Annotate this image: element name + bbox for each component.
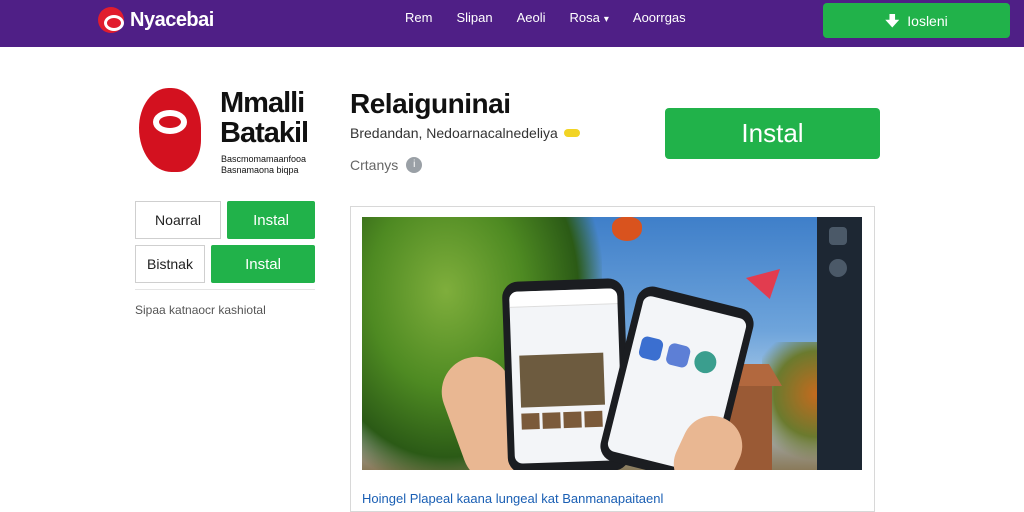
sidebar-install-button[interactable]: Instal [227,201,315,239]
phone-thumbnails [521,410,603,430]
header-install-button[interactable]: Iosleni [823,3,1010,38]
top-navbar: Nyacebai Rem Slipan Aeoli Rosa ▾ Aoorrgas… [0,0,1024,47]
main-install-button[interactable]: Instal [665,108,880,159]
sidebar-row-label[interactable]: Noarral [135,201,221,239]
nav-item-rem[interactable]: Rem [405,10,432,25]
main-nav: Rem Slipan Aeoli Rosa ▾ Aoorrgas [405,10,686,25]
app-brand-title: Mmalli Batakil [220,87,309,149]
nav-item-rosa[interactable]: Rosa ▾ [570,10,609,25]
rating-label: Crtanys [350,157,399,173]
brand-name: Nyacebai [130,8,214,31]
nav-item-slipan[interactable]: Slipan [456,10,492,25]
phone-app-bar [509,288,618,308]
app-tile-icon [664,342,692,369]
brand[interactable]: Nyacebai [98,7,214,33]
developer-name[interactable]: Bredandan, Nedoarnacalnedeliya [350,125,558,141]
phone-photo [519,352,606,408]
screenshot-caption[interactable]: Hoingel Plapeal kaana lungeal kat Banman… [362,491,663,506]
app-tile-icon [637,335,665,362]
sidebar-divider [135,289,315,290]
sidebar-row: Noarral Instal [135,201,315,239]
sidebar-row: Bistnak Instal [135,245,315,283]
app-screenshot-image[interactable] [362,217,862,470]
info-icon[interactable]: i [406,157,423,173]
nav-item-aoorrgas[interactable]: Aoorrgas [633,10,686,25]
kite-image [746,269,780,299]
header-install-label: Iosleni [907,12,948,29]
balloon-image [612,217,642,241]
verified-badge-icon [563,129,580,137]
share-icon[interactable] [829,259,847,277]
chevron-down-icon: ▾ [603,14,609,25]
sidebar-install-button[interactable]: Instal [211,245,315,283]
screenshot-toolbar [817,217,862,470]
sidebar-row-label[interactable]: Bistnak [135,245,205,283]
app-logo-icon [139,88,201,172]
developer-line: Bredandan, Nedoarnacalnedeliya [350,125,580,141]
app-title: Relaiguninai [350,88,511,119]
nav-item-rosa-label: Rosa [569,10,600,25]
sidebar-note: Sipaa katnaocr kashiotal [135,303,266,317]
expand-icon[interactable] [829,227,847,245]
nav-item-aeoli[interactable]: Aeoli [517,10,546,25]
download-icon [885,13,900,28]
app-brand-subtitle: Bascmomamaanfooa Basnamaona biqpa [221,154,307,175]
rating-line: Crtanys i [350,157,423,173]
app-tile-icon [692,348,719,376]
logo-icon [98,7,124,33]
app-logo [137,88,207,176]
